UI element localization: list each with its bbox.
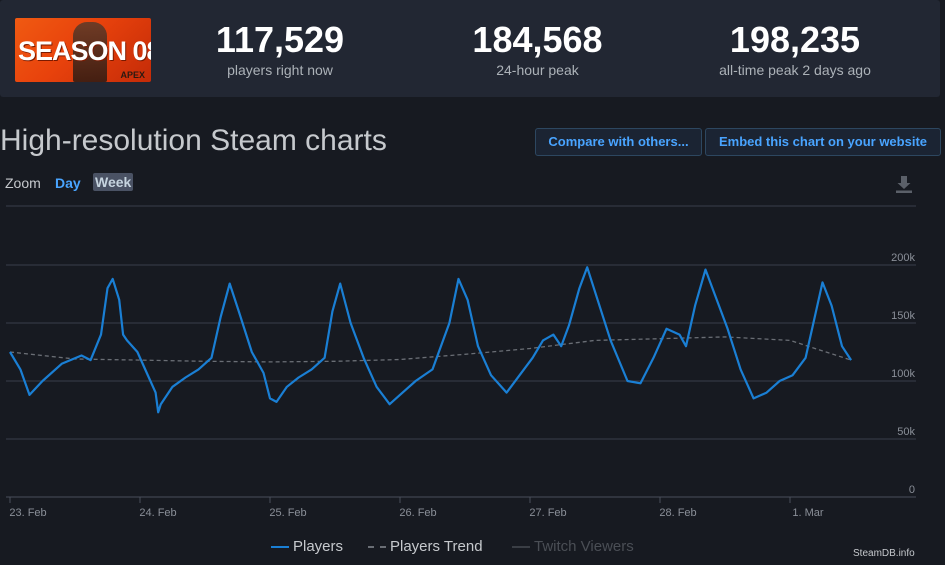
legend-swatch	[271, 546, 289, 549]
legend-twitch-viewers[interactable]: Twitch Viewers	[512, 538, 634, 555]
players-line	[9, 266, 853, 414]
legend-players[interactable]: Players	[271, 538, 343, 555]
x-tick-label: 27. Feb	[529, 507, 566, 519]
y-tick-label: 200k	[891, 252, 915, 264]
legend-label: Players	[293, 538, 344, 555]
y-tick-label: 150k	[891, 310, 915, 322]
legend-label: Twitch Viewers	[534, 538, 634, 555]
legend-swatch	[512, 546, 530, 549]
x-tick-label: 23. Feb	[9, 507, 46, 519]
y-tick-label: 50k	[897, 426, 915, 438]
steamdb-credit[interactable]: SteamDB.info	[853, 548, 915, 559]
y-tick-label: 0	[909, 484, 915, 496]
x-tick-label: 1. Mar	[792, 507, 824, 519]
legend-label: Players Trend	[390, 538, 483, 555]
x-tick-label: 25. Feb	[269, 507, 306, 519]
x-tick-label: 26. Feb	[399, 507, 436, 519]
x-tick-label: 28. Feb	[659, 507, 696, 519]
legend-players-trend[interactable]: Players Trend	[368, 538, 483, 555]
y-tick-label: 100k	[891, 368, 915, 380]
player-count-chart[interactable]: 0 50k 100k 150k 200k 23. Feb 24. Feb 25. Feb 26.…	[0, 0, 945, 565]
x-tick-label: 24. Feb	[139, 507, 176, 519]
legend-swatch	[368, 546, 386, 549]
